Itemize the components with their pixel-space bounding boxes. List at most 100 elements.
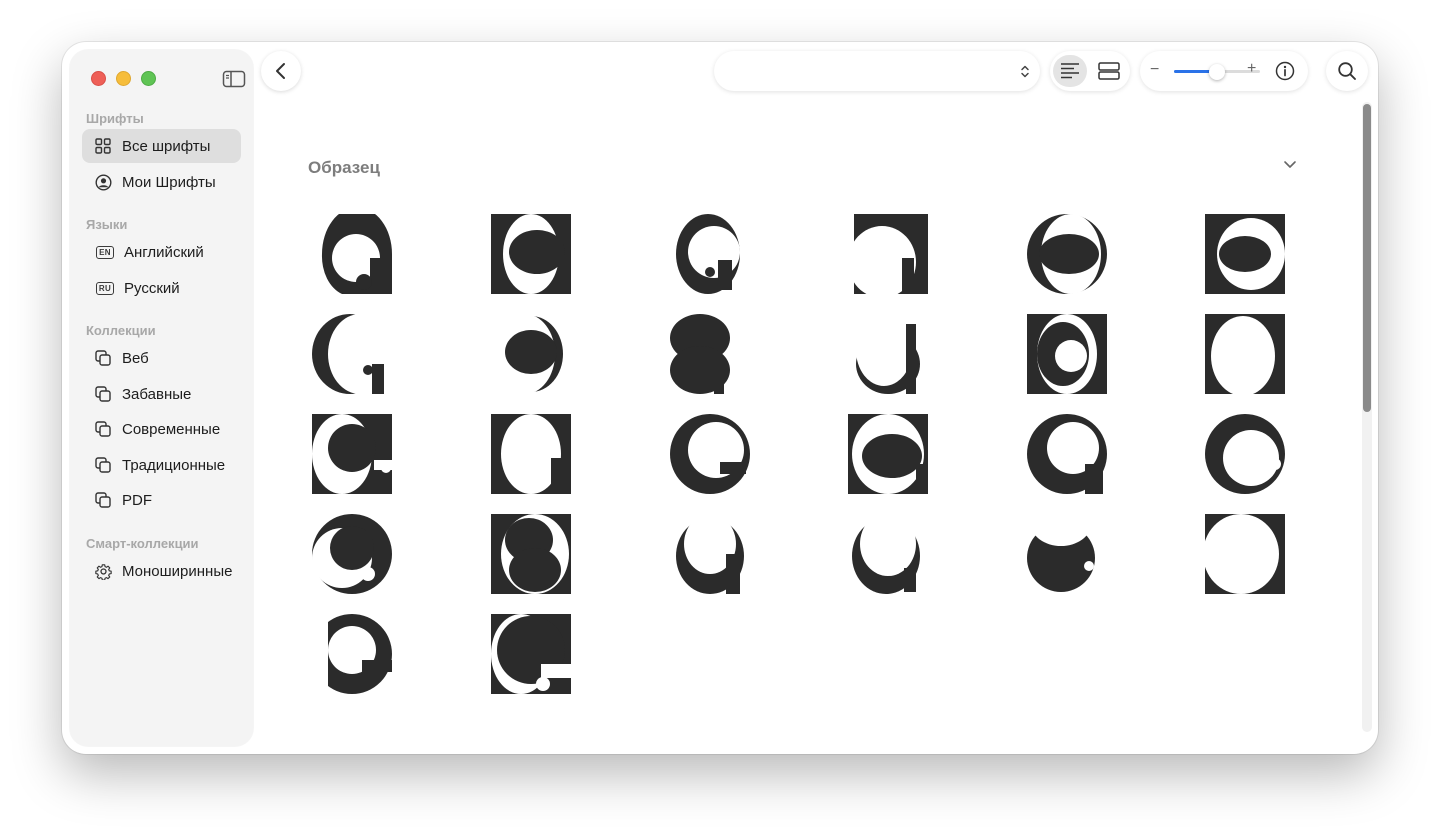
- chevron-down-icon[interactable]: [1283, 159, 1297, 169]
- sidebar-item-label: Мои Шрифты: [122, 173, 216, 191]
- font-sample-glyph: [1027, 414, 1107, 494]
- font-sample-tile[interactable]: [1205, 214, 1285, 294]
- font-sample-tile[interactable]: [1027, 502, 1107, 594]
- font-sample-tile[interactable]: [312, 314, 392, 394]
- font-sample-glyph: [1205, 414, 1285, 494]
- font-sample-tile[interactable]: [491, 414, 571, 494]
- font-sample-tile[interactable]: [312, 207, 392, 294]
- section-header-languages: Языки: [86, 217, 128, 232]
- font-sample-glyph: [670, 414, 750, 494]
- font-sample-glyph: [491, 414, 571, 494]
- font-family-select[interactable]: [714, 51, 1040, 91]
- zoom-out-icon[interactable]: −: [1150, 61, 1159, 79]
- font-sample-glyph: [1205, 214, 1285, 294]
- zoom-control: − +: [1140, 51, 1308, 91]
- font-sample-glyph: [1203, 514, 1285, 594]
- view-mode-group: [1050, 51, 1130, 91]
- person-circle-icon: [94, 173, 112, 191]
- font-sample-glyph: [1027, 502, 1095, 592]
- sidebar-item-pdf[interactable]: PDF: [82, 483, 241, 517]
- font-sample-tile[interactable]: [1027, 414, 1107, 494]
- font-sample-glyph: [312, 614, 392, 694]
- font-sample-glyph: [676, 214, 740, 294]
- close-window-button[interactable]: [91, 71, 106, 86]
- minimize-window-button[interactable]: [116, 71, 131, 86]
- sidebar-item-russian[interactable]: RU Русский: [82, 271, 241, 305]
- sidebar-item-modern[interactable]: Современные: [82, 412, 241, 446]
- font-sample-tile[interactable]: [1027, 214, 1107, 294]
- search-icon: [1338, 62, 1356, 80]
- sidebar-item-monospaced[interactable]: Моноширинные: [82, 554, 241, 588]
- collection-icon: [94, 420, 112, 438]
- font-sample-glyph: [670, 314, 730, 394]
- maximize-window-button[interactable]: [141, 71, 156, 86]
- font-sample-tile[interactable]: [1205, 314, 1285, 396]
- list-view-button[interactable]: [1092, 55, 1126, 87]
- font-sample-tile[interactable]: [1027, 314, 1107, 394]
- font-sample-tile[interactable]: [670, 514, 750, 594]
- sidebar-item-label: Современные: [122, 420, 221, 438]
- zoom-in-icon[interactable]: +: [1247, 60, 1256, 78]
- sidebar-item-web[interactable]: Веб: [82, 341, 241, 375]
- sample-view-button[interactable]: [1053, 55, 1087, 87]
- zoom-slider-knob[interactable]: [1209, 64, 1225, 80]
- font-sample-tile[interactable]: [491, 614, 571, 694]
- sidebar-item-traditional[interactable]: Традиционные: [82, 448, 241, 482]
- gear-icon: [94, 562, 112, 580]
- back-button[interactable]: [261, 51, 301, 91]
- font-sample-glyph: [848, 414, 928, 494]
- font-sample-tile[interactable]: [848, 512, 928, 594]
- text-lines-icon: [1061, 63, 1079, 79]
- sidebar-item-label: Традиционные: [122, 456, 226, 474]
- font-sample-tile[interactable]: [491, 514, 571, 594]
- font-sample-tile[interactable]: [670, 414, 750, 494]
- font-sample-glyph: [670, 514, 750, 594]
- search-button[interactable]: [1326, 51, 1368, 91]
- font-sample-tile[interactable]: [848, 314, 928, 394]
- sidebar-item-label: Все шрифты: [122, 137, 211, 155]
- section-title: Образец: [308, 158, 380, 177]
- font-sample-tile[interactable]: [312, 514, 392, 594]
- sidebar-toggle-icon[interactable]: [222, 69, 246, 89]
- lang-badge-icon: EN: [94, 243, 116, 261]
- app-window: Шрифты Все шрифты Мои Шрифты Языки EN Ан…: [62, 42, 1378, 754]
- sidebar-item-label: PDF: [122, 491, 152, 509]
- scrollbar[interactable]: [1362, 102, 1372, 732]
- section-header-collections: Коллекции: [86, 323, 156, 338]
- font-sample-glyph: [1027, 214, 1107, 294]
- collection-icon: [94, 456, 112, 474]
- font-sample-tile[interactable]: [1203, 514, 1285, 594]
- font-sample-tile[interactable]: [1205, 414, 1285, 494]
- sidebar-item-english[interactable]: EN Английский: [82, 235, 241, 269]
- font-sample-tile[interactable]: [848, 214, 928, 298]
- sidebar-item-all-fonts[interactable]: Все шрифты: [82, 129, 241, 163]
- font-sample-glyph: [1205, 314, 1285, 396]
- info-icon[interactable]: [1275, 61, 1295, 81]
- scroll-thumb[interactable]: [1363, 104, 1371, 412]
- collection-icon: [94, 349, 112, 367]
- font-sample-glyph: [312, 414, 392, 494]
- font-sample-tile[interactable]: [312, 414, 392, 494]
- font-sample-glyph: [495, 314, 563, 394]
- sidebar-item-label: Веб: [122, 349, 149, 367]
- font-sample-tile[interactable]: [491, 214, 571, 294]
- grid-icon: [94, 137, 112, 155]
- font-sample-glyph: [1027, 314, 1107, 394]
- font-sample-glyph: [848, 512, 928, 594]
- font-sample-glyph: [856, 314, 920, 394]
- font-sample-tile[interactable]: [491, 314, 571, 394]
- sidebar-item-my-fonts[interactable]: Мои Шрифты: [82, 165, 241, 199]
- font-sample-glyph: [491, 514, 571, 594]
- sidebar-item-label: Русский: [124, 279, 180, 297]
- font-sample-tile[interactable]: [848, 414, 928, 494]
- collection-icon: [94, 491, 112, 509]
- updown-chevron-icon: [1021, 65, 1029, 78]
- sidebar-item-fun[interactable]: Забавные: [82, 377, 241, 411]
- font-sample-tile[interactable]: [670, 214, 750, 294]
- collection-icon: [94, 385, 112, 403]
- sidebar-item-label: Английский: [124, 243, 204, 261]
- font-sample-tile[interactable]: [312, 614, 392, 694]
- font-sample-tile[interactable]: [670, 314, 750, 394]
- rows-icon: [1098, 62, 1120, 80]
- sidebar-item-label: Моноширинные: [122, 562, 233, 580]
